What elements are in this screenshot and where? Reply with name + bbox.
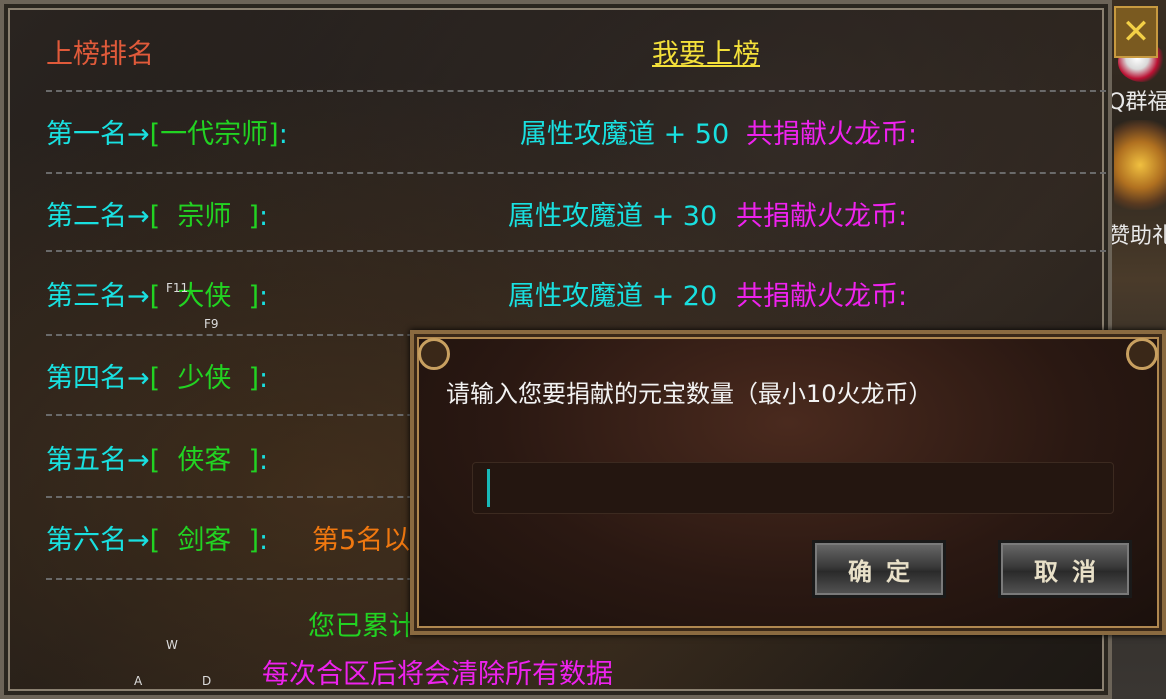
close-button[interactable]: ✕ (1114, 6, 1158, 58)
cancel-button[interactable]: 取消 (998, 540, 1132, 598)
rank-bonus: 属性攻魔道 + 50 (520, 119, 730, 150)
sponsor-label[interactable]: 赞助礼 (1108, 218, 1166, 250)
hotkey-w-label: W (166, 638, 178, 652)
divider (46, 90, 1106, 92)
rank-donation: 共捐献火龙币: (736, 281, 908, 312)
corner-ornament (1126, 338, 1158, 370)
close-icon: ✕ (1121, 12, 1151, 52)
rank-colon: : (259, 525, 269, 556)
corner-ornament (418, 338, 450, 370)
rank-title: [一代宗师] (149, 119, 279, 150)
join-ranking-link[interactable]: 我要上榜 (652, 32, 760, 71)
hotkey-f9-label: F9 (204, 317, 219, 331)
hotkey-d-label: D (202, 674, 212, 688)
rank-colon: : (259, 201, 269, 232)
footer-notice: 每次合区后将会清除所有数据 (262, 659, 613, 690)
rank-label: 第一名→ (46, 119, 150, 150)
accumulated-text: 您已累计 (308, 611, 416, 642)
donation-dialog: 请输入您要捐献的元宝数量（最小10火龙币） 确定 取消 (410, 330, 1166, 635)
rank-label: 第五名→ (46, 445, 150, 476)
rank-row-1: 第一名→[一代宗师]: (46, 112, 288, 151)
divider (46, 172, 1106, 174)
divider (46, 250, 1106, 252)
rank-title: [ 少侠 ] (149, 363, 260, 394)
hotkey-f11-label: F11 (166, 281, 189, 295)
rank-bonus: 属性攻魔道 + 20 (508, 281, 718, 312)
rank-row-3: 第三名→[ 大侠 ]: (46, 274, 268, 313)
rank-title: [ 侠客 ] (149, 445, 260, 476)
rank-row-6: 第六名→[ 剑客 ]: (46, 518, 268, 557)
rank-label: 第三名→ (46, 281, 150, 312)
rank-label: 第二名→ (46, 201, 150, 232)
rank-label: 第四名→ (46, 363, 150, 394)
rank-row-4: 第四名→[ 少侠 ]: (46, 356, 268, 395)
rank-note: 第5名以 (312, 525, 411, 556)
dialog-prompt: 请输入您要捐献的元宝数量（最小10火龙币） (446, 380, 933, 408)
rank-donation: 共捐献火龙币: (736, 201, 908, 232)
confirm-button[interactable]: 确定 (812, 540, 946, 598)
rank-donation: 共捐献火龙币: (746, 119, 918, 150)
rank-title: [ 宗师 ] (149, 201, 260, 232)
sponsor-icon[interactable] (1114, 120, 1166, 210)
rank-title: [ 剑客 ] (149, 525, 260, 556)
rank-row-5: 第五名→[ 侠客 ]: (46, 438, 268, 477)
text-caret (487, 469, 490, 507)
ranking-header: 上榜排名 (46, 39, 154, 70)
qq-group-label[interactable]: Q群福 (1108, 84, 1166, 116)
donation-amount-input[interactable] (472, 462, 1114, 514)
rank-colon: : (259, 281, 269, 312)
hotkey-a-label: A (134, 674, 143, 688)
rank-colon: : (259, 363, 269, 394)
rank-bonus: 属性攻魔道 + 30 (508, 201, 718, 232)
rank-colon: : (259, 445, 269, 476)
rank-label: 第六名→ (46, 525, 150, 556)
rank-row-2: 第二名→[ 宗师 ]: (46, 194, 268, 233)
rank-colon: : (278, 119, 288, 150)
